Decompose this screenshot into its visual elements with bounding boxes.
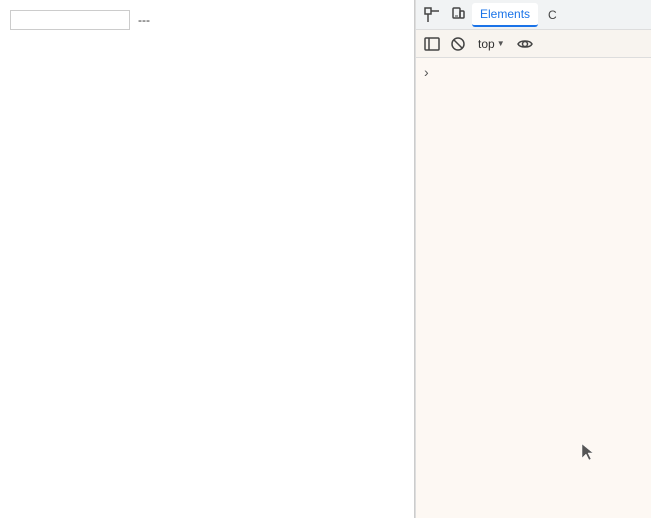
page-content: --- bbox=[10, 10, 404, 30]
devtools-tab-bar: Elements C bbox=[416, 0, 651, 30]
devtools-content: › bbox=[416, 58, 651, 518]
block-toggle-button[interactable] bbox=[446, 32, 470, 56]
top-dropdown[interactable]: top ▼ bbox=[472, 35, 511, 53]
dropdown-arrow-icon: ▼ bbox=[497, 39, 505, 48]
tab-console[interactable]: C bbox=[540, 4, 565, 26]
cursor-indicator bbox=[580, 442, 596, 458]
top-dropdown-label: top bbox=[478, 37, 495, 51]
devtools-toolbar: top ▼ bbox=[416, 30, 651, 58]
sidebar-toggle-button[interactable] bbox=[420, 32, 444, 56]
eye-toggle-button[interactable] bbox=[513, 32, 537, 56]
device-mode-icon-button[interactable] bbox=[446, 3, 470, 27]
dash-label: --- bbox=[138, 13, 150, 27]
left-panel: --- bbox=[0, 0, 415, 518]
inspect-icon-button[interactable] bbox=[420, 3, 444, 27]
devtools-panel: Elements C top ▼ bbox=[415, 0, 651, 518]
chevron-right-icon[interactable]: › bbox=[420, 62, 433, 82]
text-input[interactable] bbox=[10, 10, 130, 30]
tab-elements[interactable]: Elements bbox=[472, 3, 538, 27]
